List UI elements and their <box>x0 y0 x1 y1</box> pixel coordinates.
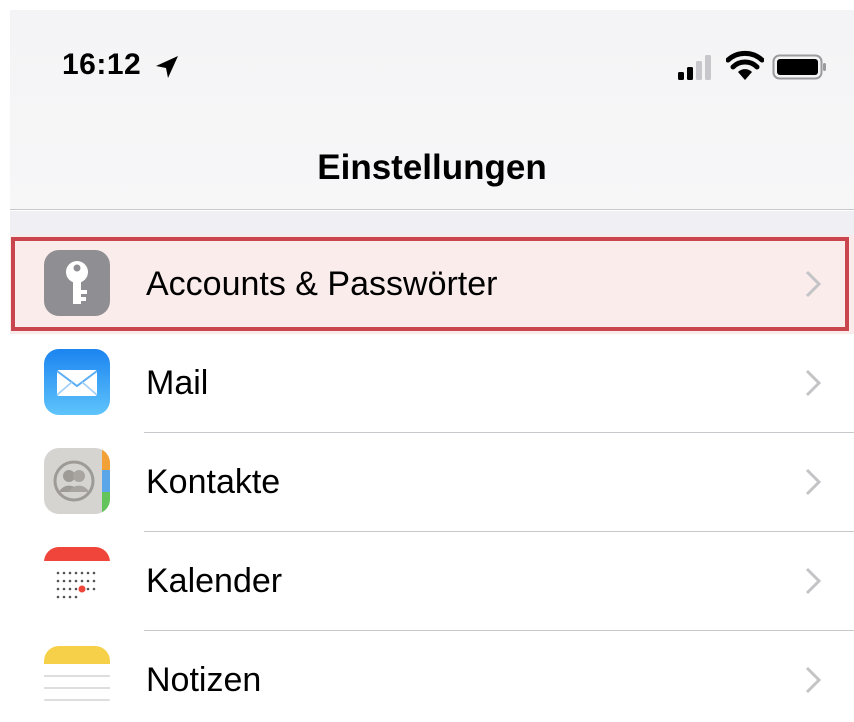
chevron-right-icon <box>805 369 822 397</box>
settings-item-label: Kontakte <box>146 463 281 501</box>
settings-item-calendar[interactable]: Kalender <box>10 532 854 631</box>
calendar-icon <box>44 547 110 613</box>
settings-item-label: Notizen <box>146 661 262 699</box>
chevron-right-icon <box>805 666 822 694</box>
settings-list: Accounts & Passwörter Mail Kontakte Kale… <box>10 235 854 722</box>
navigation-header: 16:12 Einstellungen <box>10 10 854 210</box>
key-icon <box>44 250 110 316</box>
settings-item-mail[interactable]: Mail <box>10 334 854 433</box>
status-bar: 16:12 <box>10 10 854 110</box>
settings-item-contacts[interactable]: Kontakte <box>10 433 854 532</box>
status-time: 16:12 <box>62 48 142 81</box>
settings-item-accounts-passwords[interactable]: Accounts & Passwörter <box>10 235 854 334</box>
wifi-icon <box>726 50 764 80</box>
settings-item-label: Kalender <box>146 562 283 600</box>
chevron-right-icon <box>805 567 822 595</box>
section-gap <box>10 211 854 235</box>
chevron-right-icon <box>805 270 822 298</box>
battery-icon <box>772 54 826 80</box>
settings-item-label: Accounts & Passwörter <box>146 265 498 303</box>
notes-icon <box>44 646 110 712</box>
settings-item-notes[interactable]: Notizen <box>10 631 854 722</box>
settings-item-label: Mail <box>146 364 209 402</box>
page-title: Einstellungen <box>317 148 547 187</box>
chevron-right-icon <box>805 468 822 496</box>
location-arrow-icon <box>156 56 178 78</box>
cellular-signal-icon <box>678 55 711 80</box>
contacts-icon <box>44 448 110 514</box>
mail-icon <box>44 349 110 415</box>
